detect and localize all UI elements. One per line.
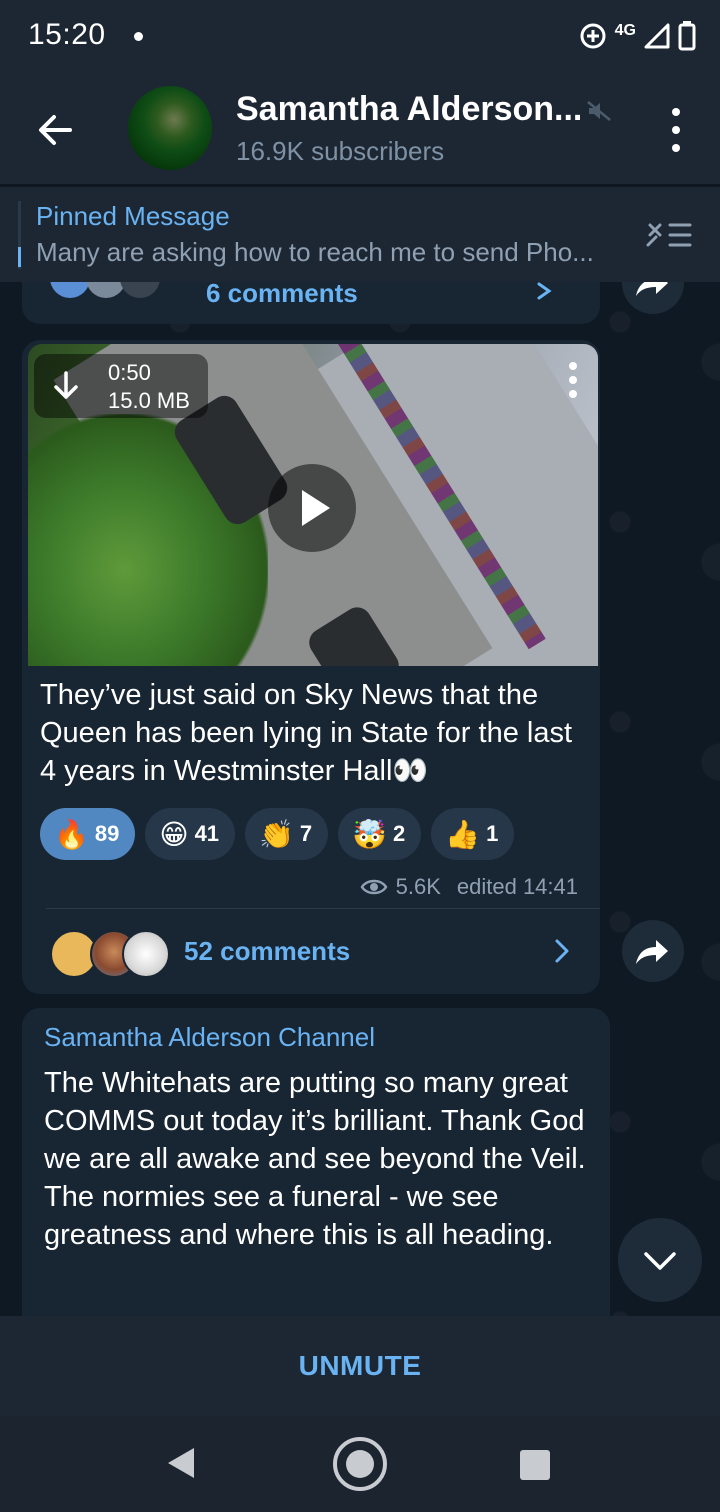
arrow-back-icon [39, 115, 72, 145]
pinned-title: Pinned Message [36, 201, 230, 231]
menu-dot-icon [672, 126, 680, 134]
nav-recents-icon[interactable] [520, 1450, 550, 1480]
mind-blown-emoji-icon: 🤯 [352, 818, 388, 850]
message-text: They’ve just said on Sky News that the Q… [40, 679, 573, 787]
system-nav-bar [0, 1416, 720, 1512]
share-arrow-icon [636, 940, 668, 964]
reaction-clap[interactable]: 👏 7 [245, 808, 329, 860]
play-icon [302, 490, 330, 526]
reaction-count: 2 [393, 821, 406, 846]
comments-link[interactable]: 52 comments [184, 936, 350, 967]
share-button[interactable] [622, 920, 684, 982]
scroll-down-button[interactable] [618, 1218, 702, 1302]
status-time: 15:20 [28, 18, 106, 51]
video-info-badge[interactable]: 0:50 15.0 MB [34, 354, 208, 418]
play-button[interactable] [268, 464, 356, 552]
comments-row[interactable]: 52 comments [22, 924, 600, 984]
channel-avatar[interactable] [128, 86, 212, 170]
video-menu-button[interactable] [568, 362, 578, 398]
download-icon[interactable] [52, 370, 80, 402]
video-thumbnail[interactable]: 0:50 15.0 MB [28, 344, 598, 666]
share-arrow-icon [636, 282, 668, 296]
forwarded-from[interactable]: Samantha Alderson Channel [44, 1022, 375, 1053]
video-duration: 0:50 [108, 360, 151, 385]
chevron-right-icon [537, 282, 552, 300]
commenter-avatars [50, 282, 160, 298]
avatar [122, 930, 170, 978]
menu-dot-icon [672, 108, 680, 116]
reaction-fire[interactable]: 🔥 89 [40, 808, 136, 860]
chat-header: Samantha Alderson... 16.9K subscribers [0, 72, 720, 184]
menu-dot-icon [569, 390, 577, 398]
video-size: 15.0 MB [108, 388, 190, 413]
clap-emoji-icon: 👏 [259, 818, 294, 850]
reaction-count: 1 [486, 821, 499, 846]
reaction-thumbs-up[interactable]: 👍 1 [431, 808, 515, 860]
message-meta: 5.6K edited 14:41 [360, 874, 578, 900]
unmute-button[interactable]: UNMUTE [0, 1316, 720, 1416]
subscriber-count: 16.9K subscribers [236, 136, 445, 166]
message-bubble-forwarded[interactable]: Samantha Alderson Channel The Whitehats … [22, 1008, 610, 1316]
message-text: The Whitehats are putting so many great … [44, 1067, 586, 1251]
chevron-down-icon [644, 1252, 676, 1270]
nav-back-icon[interactable] [166, 1446, 196, 1480]
reactions-row: 🔥 89 😁 41 👏 7 🤯 2 👍 1 [40, 808, 515, 860]
pinned-text: Many are asking how to reach me to send … [36, 237, 594, 267]
notification-dot-icon [134, 32, 143, 41]
menu-dot-icon [569, 376, 577, 384]
message-bubble-previous[interactable]: 6 comments [22, 282, 600, 324]
edited-time: edited 14:41 [456, 874, 578, 899]
data-saver-icon [580, 23, 606, 49]
status-bar: 15:20 4G [0, 0, 720, 72]
chat-area[interactable]: 6 comments 0:50 15.0 MB They’ve just sai… [0, 282, 720, 1316]
reaction-count: 41 [194, 821, 220, 846]
thumbs-up-emoji-icon: 👍 [445, 818, 481, 850]
reaction-count: 89 [94, 821, 120, 846]
battery-icon [678, 21, 696, 51]
eye-icon [360, 879, 388, 895]
grin-emoji-icon: 😁 [159, 818, 189, 850]
share-button[interactable] [622, 282, 684, 314]
reaction-mind-blown[interactable]: 🤯 2 [338, 808, 422, 860]
reaction-count: 7 [299, 821, 313, 846]
signal-icon [644, 23, 670, 49]
menu-dot-icon [672, 144, 680, 152]
status-icons: 4G [579, 18, 696, 54]
pinned-indicator-active [18, 247, 21, 267]
menu-dot-icon [569, 362, 577, 370]
pinned-list-icon[interactable] [644, 217, 694, 253]
view-count: 5.6K [395, 874, 441, 899]
divider [46, 908, 600, 909]
comments-link[interactable]: 6 comments [206, 282, 358, 309]
back-button[interactable] [34, 108, 78, 152]
network-type: 4G [614, 22, 636, 39]
nav-home-icon[interactable] [332, 1436, 388, 1492]
reaction-grin[interactable]: 😁 41 [145, 808, 236, 860]
more-menu-button[interactable] [668, 108, 684, 152]
pinned-message-bar[interactable]: Pinned Message Many are asking how to re… [0, 186, 720, 282]
muted-icon [587, 101, 611, 121]
channel-title[interactable]: Samantha Alderson... [236, 90, 582, 129]
fire-emoji-icon: 🔥 [54, 818, 89, 850]
chevron-right-icon [555, 939, 569, 963]
bottom-bar: UNMUTE [0, 1316, 720, 1416]
message-bubble-video[interactable]: 0:50 15.0 MB They’ve just said on Sky Ne… [22, 340, 600, 994]
